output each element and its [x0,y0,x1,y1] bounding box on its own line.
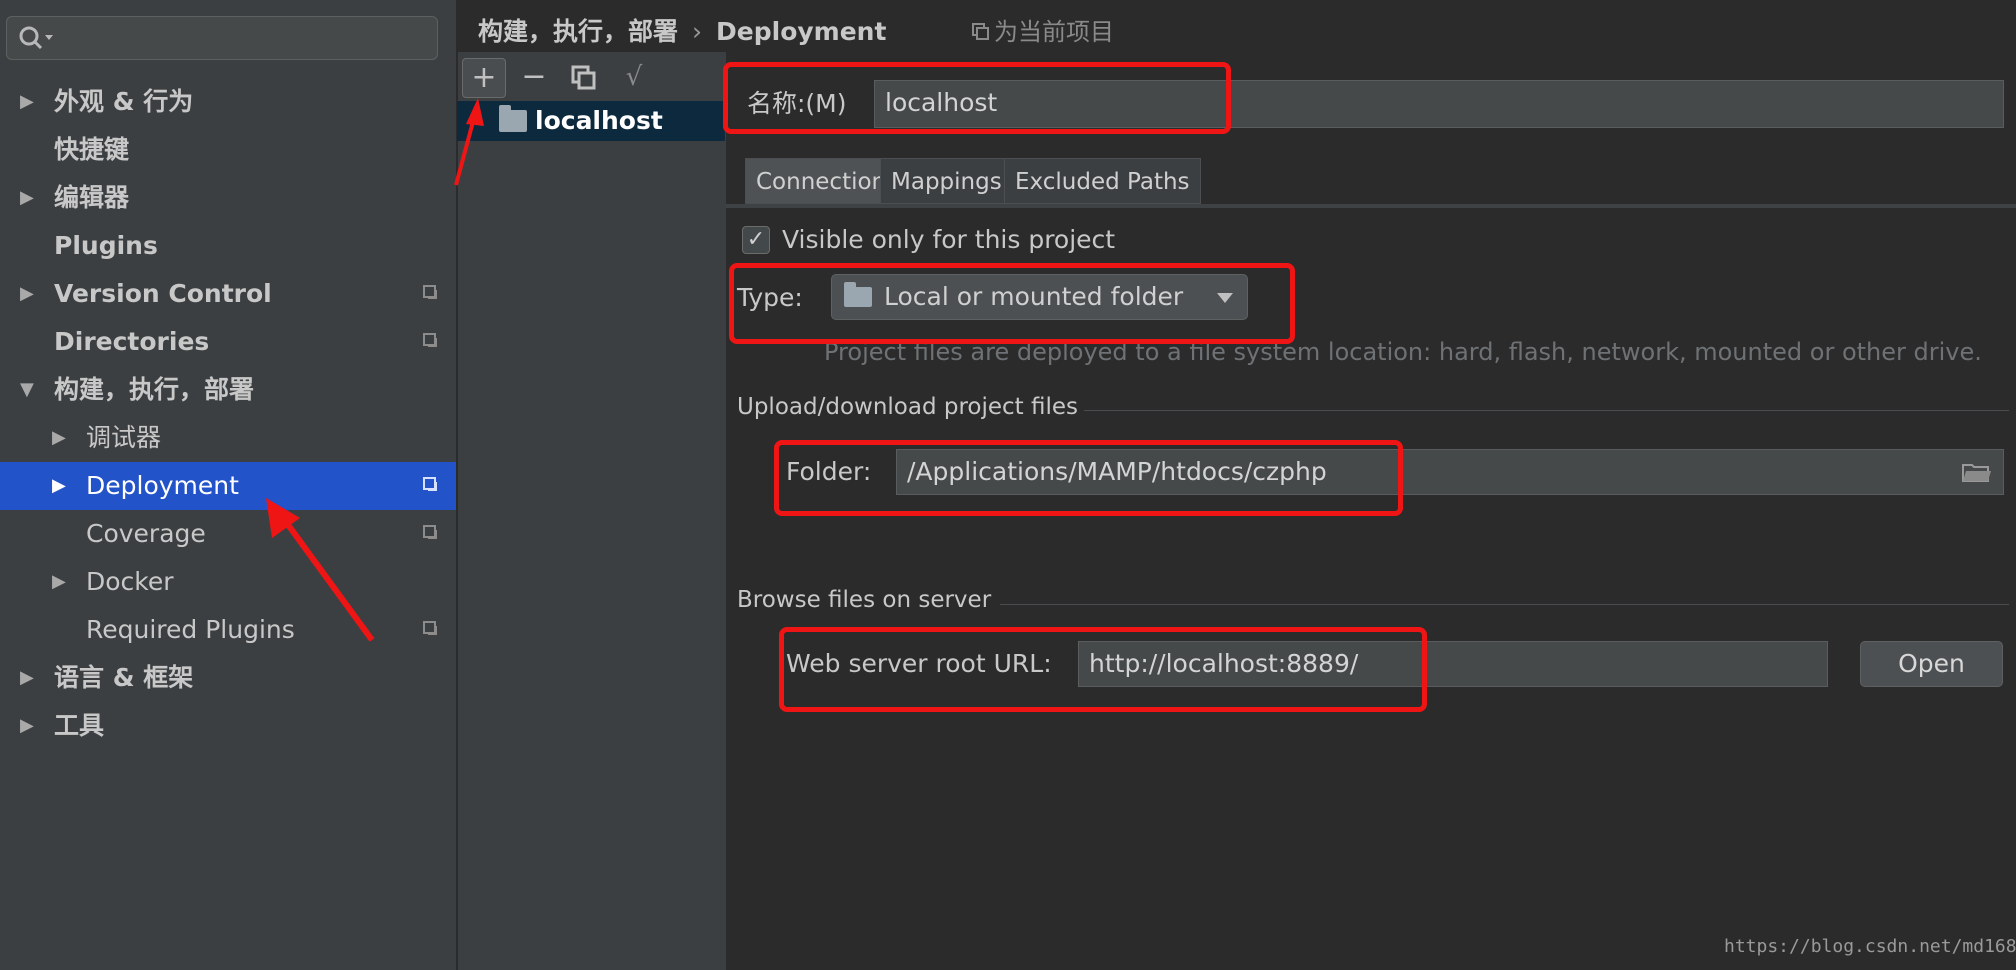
watermark-text: https://blog.csdn.net/md1688 [1724,936,2016,957]
annotation-arrow-add [454,98,484,186]
annotation-arrows [266,98,484,642]
annotation-arrow-deployment [266,498,375,642]
